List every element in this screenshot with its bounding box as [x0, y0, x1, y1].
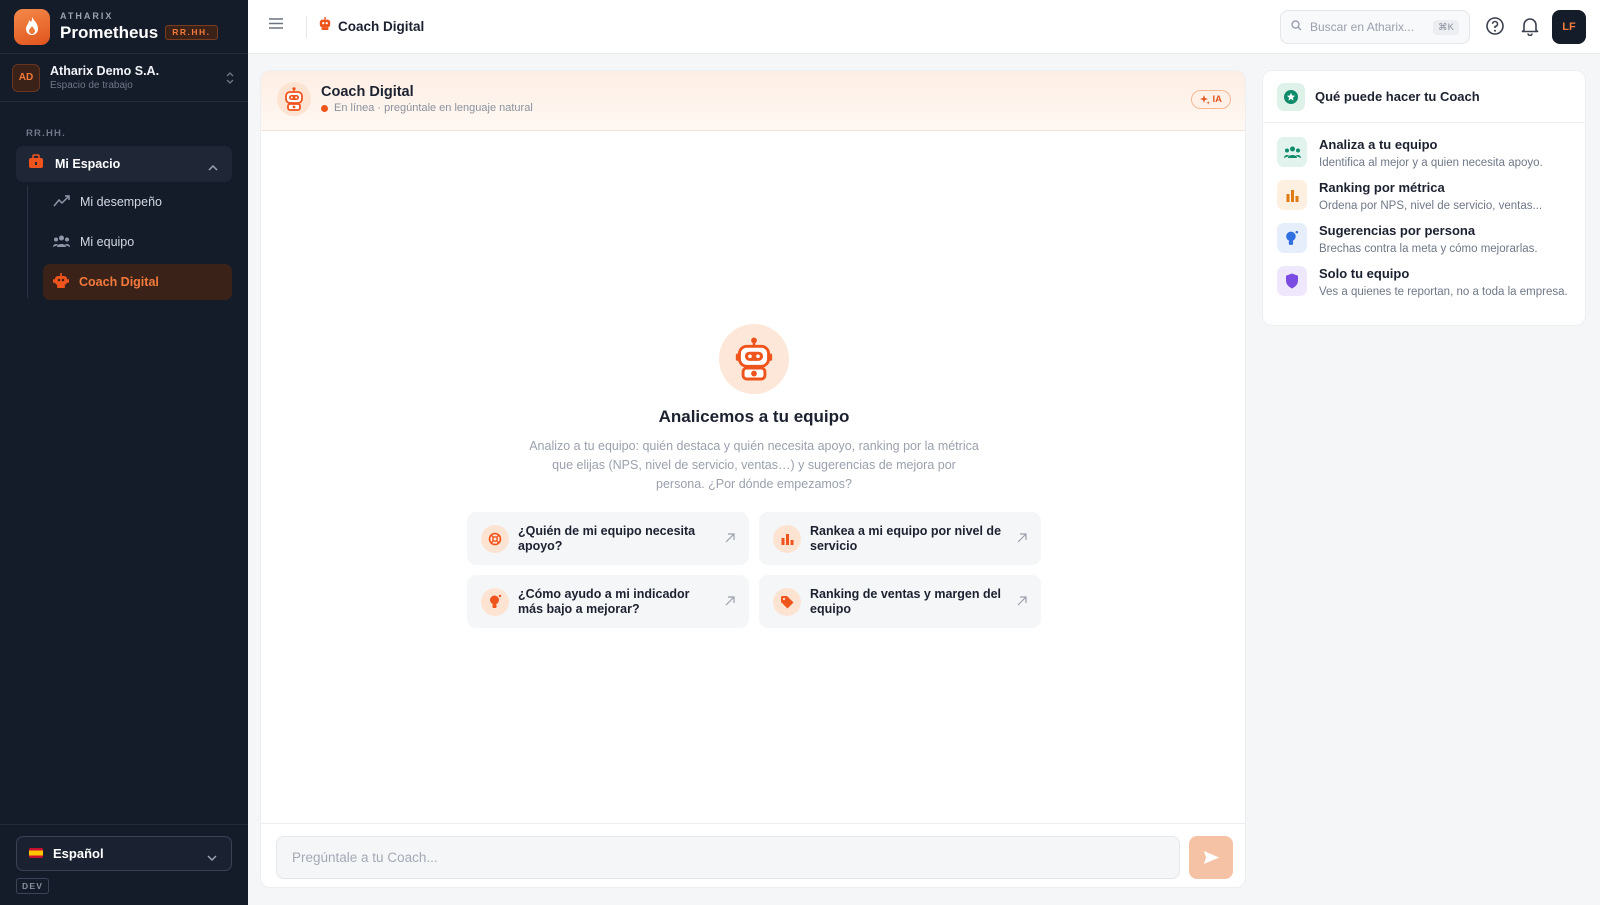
ai-badge: IA — [1190, 90, 1231, 109]
sidebar-divider — [0, 824, 248, 825]
user-avatar[interactable]: LF — [1552, 10, 1586, 44]
sidebar-item-label: Coach Digital — [79, 275, 159, 289]
briefcase-icon — [28, 154, 44, 174]
lifebuoy-icon — [481, 524, 509, 553]
capabilities-header: Qué puede hacer tu Coach — [1263, 71, 1585, 123]
arrow-up-right-icon — [1017, 530, 1027, 548]
sidebar-item-label: Mi desempeño — [80, 195, 162, 209]
module-badge: RR.HH. — [165, 25, 218, 40]
breadcrumb: Coach Digital — [318, 17, 424, 35]
lightbulb-icon — [481, 587, 509, 616]
ai-badge-label: IA — [1212, 94, 1223, 105]
capability-item: Solo tu equipo Ves a quienes te reportan… — [1277, 266, 1577, 300]
suggestion-text: Ranking de ventas y margen del equipo — [810, 586, 1002, 616]
chat-title: Coach Digital — [321, 84, 414, 100]
capability-description: Brechas contra la meta y cómo mejorarlas… — [1319, 243, 1538, 255]
chat-composer — [261, 823, 1245, 887]
capability-description: Ves a quienes te reportan, no a toda la … — [1319, 286, 1568, 298]
sidebar-item-coach-digital[interactable]: Coach Digital — [43, 264, 232, 300]
trend-icon — [53, 194, 70, 210]
capability-title: Solo tu equipo — [1319, 266, 1410, 281]
workspace-avatar: AD — [12, 63, 40, 92]
bar-chart-icon — [1277, 180, 1307, 210]
tag-icon — [773, 587, 801, 616]
search-placeholder: Buscar en Atharix... — [1310, 20, 1415, 34]
suggestion-text: Rankea a mi equipo por nivel de servicio — [810, 523, 1002, 553]
robot-icon — [318, 17, 332, 35]
search-shortcut: ⌘K — [1433, 19, 1459, 35]
robot-icon — [277, 82, 311, 116]
menu-icon[interactable] — [268, 17, 284, 35]
chat-status: En línea · pregúntale en lenguaje natura… — [321, 102, 533, 114]
breadcrumb-label: Coach Digital — [338, 18, 425, 34]
suggestion-card[interactable]: Ranking de ventas y margen del equipo — [759, 575, 1041, 628]
lightbulb-icon — [1277, 223, 1307, 253]
shield-icon — [1277, 266, 1307, 296]
nav-tree-line — [27, 186, 28, 298]
team-icon — [53, 235, 70, 250]
brand-product: Prometheus — [60, 23, 159, 42]
nav-group-mi-espacio[interactable]: Mi Espacio — [16, 146, 232, 182]
chat-header: Coach Digital En línea · pregúntale en l… — [261, 71, 1245, 131]
capability-description: Identifica al mejor y a quien necesita a… — [1319, 157, 1543, 169]
env-badge: DEV — [16, 878, 50, 894]
capability-title: Sugerencias por persona — [1319, 223, 1476, 238]
arrow-up-right-icon — [1017, 593, 1027, 611]
arrow-up-right-icon — [725, 593, 735, 611]
bell-icon[interactable] — [1521, 16, 1539, 41]
capabilities-panel: Qué puede hacer tu Coach Analiza a tu eq… — [1262, 70, 1586, 326]
flame-logo-icon[interactable] — [14, 8, 50, 45]
capabilities-title: Qué puede hacer tu Coach — [1315, 89, 1480, 104]
send-button[interactable] — [1189, 836, 1233, 879]
workspace-subtitle: Espacio de trabajo — [50, 80, 133, 91]
nav-section-label: RR.HH. — [26, 128, 66, 139]
brand-company: ATHARIX — [60, 11, 114, 21]
topbar-separator — [306, 16, 307, 38]
suggestion-card[interactable]: ¿Cómo ayudo a mi indicador más bajo a me… — [467, 575, 749, 628]
chevron-down-icon — [207, 849, 217, 867]
topbar: Coach Digital Buscar en Atharix... ⌘K LF — [248, 0, 1600, 54]
sidebar-item-mi-equipo[interactable]: Mi equipo — [43, 224, 232, 260]
brand-header: ATHARIX Prometheus RR.HH. — [0, 0, 248, 54]
capability-item: Ranking por métrica Ordena por NPS, nive… — [1277, 180, 1577, 214]
capability-item: Analiza a tu equipo Identifica al mejor … — [1277, 137, 1577, 171]
suggestion-text: ¿Cómo ayudo a mi indicador más bajo a me… — [518, 586, 690, 616]
sidebar-item-mi-desempeno[interactable]: Mi desempeño — [43, 184, 232, 220]
coach-robot-avatar — [719, 324, 789, 394]
language-label: Español — [53, 846, 104, 861]
capability-description: Ordena por NPS, nivel de servicio, venta… — [1319, 200, 1543, 212]
empty-state-description: Analizo a tu equipo: quién destaca y qui… — [529, 439, 979, 491]
sidebar: ATHARIX Prometheus RR.HH. AD Atharix Dem… — [0, 0, 248, 905]
capability-item: Sugerencias por persona Brechas contra l… — [1277, 223, 1577, 257]
capability-title: Analiza a tu equipo — [1319, 137, 1438, 152]
empty-state-title: Analicemos a tu equipo — [658, 407, 850, 426]
arrow-up-right-icon — [725, 530, 735, 548]
sidebar-item-label: Mi equipo — [80, 235, 135, 249]
chevron-up-down-icon — [226, 71, 234, 89]
search-box[interactable]: Buscar en Atharix... ⌘K — [1280, 10, 1470, 44]
capability-title: Ranking por métrica — [1319, 180, 1445, 195]
robot-icon — [53, 273, 69, 291]
chat-panel: Coach Digital En línea · pregúntale en l… — [260, 70, 1246, 888]
help-icon[interactable] — [1485, 16, 1505, 41]
spain-flag-icon — [29, 845, 43, 863]
suggestion-text: ¿Quién de mi equipo necesita apoyo? — [518, 523, 696, 553]
bar-chart-icon — [773, 524, 801, 553]
send-icon — [1203, 851, 1219, 864]
status-dot — [321, 104, 328, 112]
suggestion-card[interactable]: Rankea a mi equipo por nivel de servicio — [759, 512, 1041, 565]
chevron-up-icon — [208, 158, 218, 176]
sparkle-icon — [1199, 94, 1210, 105]
chat-status-text: En línea · pregúntale en lenguaje natura… — [334, 102, 533, 114]
workspace-name: Atharix Demo S.A. — [50, 64, 160, 78]
nav-group-label: Mi Espacio — [55, 157, 121, 171]
suggestion-card[interactable]: ¿Quién de mi equipo necesita apoyo? — [467, 512, 749, 565]
chat-input[interactable] — [276, 836, 1180, 879]
team-icon — [1277, 137, 1307, 167]
search-icon — [1291, 18, 1302, 36]
language-selector[interactable]: Español — [16, 836, 232, 871]
badge-star-icon — [1277, 82, 1305, 111]
workspace-switcher[interactable]: AD Atharix Demo S.A. Espacio de trabajo — [0, 54, 248, 102]
